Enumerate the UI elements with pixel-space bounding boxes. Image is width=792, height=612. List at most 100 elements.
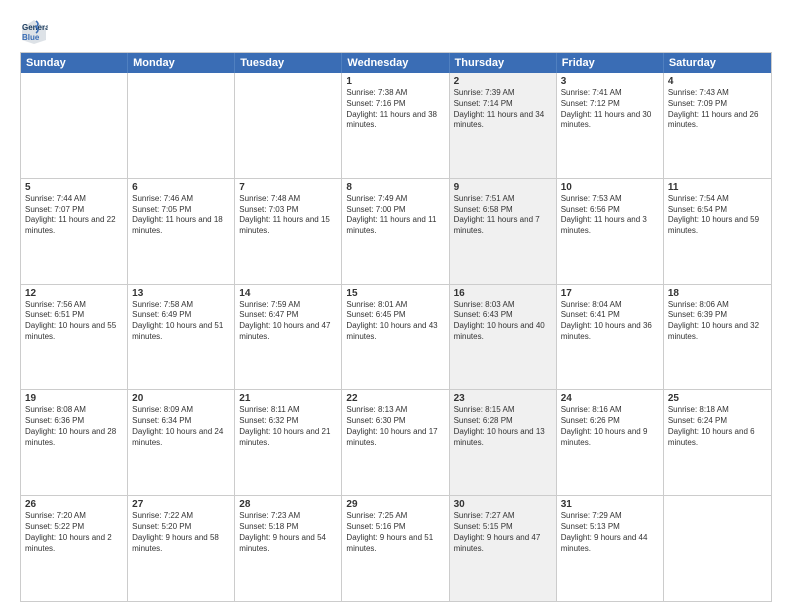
calendar-header: SundayMondayTuesdayWednesdayThursdayFrid…: [21, 53, 771, 73]
cal-cell-22: 22Sunrise: 8:13 AM Sunset: 6:30 PM Dayli…: [342, 390, 449, 495]
cell-info: Sunrise: 7:58 AM Sunset: 6:49 PM Dayligh…: [132, 300, 230, 343]
header-day-thursday: Thursday: [450, 53, 557, 73]
cell-info: Sunrise: 7:43 AM Sunset: 7:09 PM Dayligh…: [668, 88, 767, 131]
cell-info: Sunrise: 7:46 AM Sunset: 7:05 PM Dayligh…: [132, 194, 230, 237]
calendar-row-1: 5Sunrise: 7:44 AM Sunset: 7:07 PM Daylig…: [21, 178, 771, 284]
cell-info: Sunrise: 8:04 AM Sunset: 6:41 PM Dayligh…: [561, 300, 659, 343]
day-number: 29: [346, 499, 444, 510]
cell-info: Sunrise: 7:53 AM Sunset: 6:56 PM Dayligh…: [561, 194, 659, 237]
cell-info: Sunrise: 7:20 AM Sunset: 5:22 PM Dayligh…: [25, 511, 123, 554]
cell-info: Sunrise: 7:25 AM Sunset: 5:16 PM Dayligh…: [346, 511, 444, 554]
day-number: 3: [561, 76, 659, 87]
cell-info: Sunrise: 7:54 AM Sunset: 6:54 PM Dayligh…: [668, 194, 767, 237]
cal-cell-4: 4Sunrise: 7:43 AM Sunset: 7:09 PM Daylig…: [664, 73, 771, 178]
cell-info: Sunrise: 7:59 AM Sunset: 6:47 PM Dayligh…: [239, 300, 337, 343]
day-number: 15: [346, 288, 444, 299]
cal-cell-29: 29Sunrise: 7:25 AM Sunset: 5:16 PM Dayli…: [342, 496, 449, 601]
cell-info: Sunrise: 7:56 AM Sunset: 6:51 PM Dayligh…: [25, 300, 123, 343]
calendar-row-3: 19Sunrise: 8:08 AM Sunset: 6:36 PM Dayli…: [21, 389, 771, 495]
day-number: 16: [454, 288, 552, 299]
day-number: 26: [25, 499, 123, 510]
day-number: 12: [25, 288, 123, 299]
cal-cell-7: 7Sunrise: 7:48 AM Sunset: 7:03 PM Daylig…: [235, 179, 342, 284]
day-number: 22: [346, 393, 444, 404]
header-day-sunday: Sunday: [21, 53, 128, 73]
cell-info: Sunrise: 7:51 AM Sunset: 6:58 PM Dayligh…: [454, 194, 552, 237]
day-number: 6: [132, 182, 230, 193]
day-number: 7: [239, 182, 337, 193]
day-number: 27: [132, 499, 230, 510]
day-number: 28: [239, 499, 337, 510]
cal-cell-11: 11Sunrise: 7:54 AM Sunset: 6:54 PM Dayli…: [664, 179, 771, 284]
day-number: 13: [132, 288, 230, 299]
cal-cell-25: 25Sunrise: 8:18 AM Sunset: 6:24 PM Dayli…: [664, 390, 771, 495]
day-number: 5: [25, 182, 123, 193]
day-number: 11: [668, 182, 767, 193]
cal-cell-3: 3Sunrise: 7:41 AM Sunset: 7:12 PM Daylig…: [557, 73, 664, 178]
cell-info: Sunrise: 7:48 AM Sunset: 7:03 PM Dayligh…: [239, 194, 337, 237]
day-number: 21: [239, 393, 337, 404]
cal-cell-1: 1Sunrise: 7:38 AM Sunset: 7:16 PM Daylig…: [342, 73, 449, 178]
calendar-row-2: 12Sunrise: 7:56 AM Sunset: 6:51 PM Dayli…: [21, 284, 771, 390]
cal-cell-6: 6Sunrise: 7:46 AM Sunset: 7:05 PM Daylig…: [128, 179, 235, 284]
day-number: 30: [454, 499, 552, 510]
calendar-body: 1Sunrise: 7:38 AM Sunset: 7:16 PM Daylig…: [21, 73, 771, 601]
cell-info: Sunrise: 7:49 AM Sunset: 7:00 PM Dayligh…: [346, 194, 444, 237]
cal-cell-empty: [235, 73, 342, 178]
header-day-monday: Monday: [128, 53, 235, 73]
day-number: 14: [239, 288, 337, 299]
day-number: 20: [132, 393, 230, 404]
day-number: 25: [668, 393, 767, 404]
header-day-friday: Friday: [557, 53, 664, 73]
svg-text:Blue: Blue: [22, 33, 40, 42]
cal-cell-12: 12Sunrise: 7:56 AM Sunset: 6:51 PM Dayli…: [21, 285, 128, 390]
cal-cell-23: 23Sunrise: 8:15 AM Sunset: 6:28 PM Dayli…: [450, 390, 557, 495]
day-number: 24: [561, 393, 659, 404]
cal-cell-18: 18Sunrise: 8:06 AM Sunset: 6:39 PM Dayli…: [664, 285, 771, 390]
day-number: 4: [668, 76, 767, 87]
cell-info: Sunrise: 7:29 AM Sunset: 5:13 PM Dayligh…: [561, 511, 659, 554]
cell-info: Sunrise: 8:11 AM Sunset: 6:32 PM Dayligh…: [239, 405, 337, 448]
cal-cell-empty: [128, 73, 235, 178]
day-number: 10: [561, 182, 659, 193]
header-day-wednesday: Wednesday: [342, 53, 449, 73]
cal-cell-21: 21Sunrise: 8:11 AM Sunset: 6:32 PM Dayli…: [235, 390, 342, 495]
cell-info: Sunrise: 8:15 AM Sunset: 6:28 PM Dayligh…: [454, 405, 552, 448]
calendar: SundayMondayTuesdayWednesdayThursdayFrid…: [20, 52, 772, 602]
header-day-saturday: Saturday: [664, 53, 771, 73]
day-number: 1: [346, 76, 444, 87]
cal-cell-2: 2Sunrise: 7:39 AM Sunset: 7:14 PM Daylig…: [450, 73, 557, 178]
cal-cell-5: 5Sunrise: 7:44 AM Sunset: 7:07 PM Daylig…: [21, 179, 128, 284]
day-number: 19: [25, 393, 123, 404]
cal-cell-13: 13Sunrise: 7:58 AM Sunset: 6:49 PM Dayli…: [128, 285, 235, 390]
cell-info: Sunrise: 7:27 AM Sunset: 5:15 PM Dayligh…: [454, 511, 552, 554]
calendar-row-4: 26Sunrise: 7:20 AM Sunset: 5:22 PM Dayli…: [21, 495, 771, 601]
logo: General Blue: [20, 18, 52, 46]
cal-cell-27: 27Sunrise: 7:22 AM Sunset: 5:20 PM Dayli…: [128, 496, 235, 601]
cal-cell-8: 8Sunrise: 7:49 AM Sunset: 7:00 PM Daylig…: [342, 179, 449, 284]
cell-info: Sunrise: 8:16 AM Sunset: 6:26 PM Dayligh…: [561, 405, 659, 448]
cal-cell-19: 19Sunrise: 8:08 AM Sunset: 6:36 PM Dayli…: [21, 390, 128, 495]
cal-cell-10: 10Sunrise: 7:53 AM Sunset: 6:56 PM Dayli…: [557, 179, 664, 284]
cell-info: Sunrise: 8:03 AM Sunset: 6:43 PM Dayligh…: [454, 300, 552, 343]
cell-info: Sunrise: 8:13 AM Sunset: 6:30 PM Dayligh…: [346, 405, 444, 448]
cell-info: Sunrise: 7:22 AM Sunset: 5:20 PM Dayligh…: [132, 511, 230, 554]
day-number: 31: [561, 499, 659, 510]
cal-cell-empty: [664, 496, 771, 601]
cal-cell-20: 20Sunrise: 8:09 AM Sunset: 6:34 PM Dayli…: [128, 390, 235, 495]
header-day-tuesday: Tuesday: [235, 53, 342, 73]
cell-info: Sunrise: 8:09 AM Sunset: 6:34 PM Dayligh…: [132, 405, 230, 448]
day-number: 17: [561, 288, 659, 299]
cal-cell-16: 16Sunrise: 8:03 AM Sunset: 6:43 PM Dayli…: [450, 285, 557, 390]
day-number: 8: [346, 182, 444, 193]
page: General Blue SundayMondayTuesdayWednesda…: [0, 0, 792, 612]
cell-info: Sunrise: 7:38 AM Sunset: 7:16 PM Dayligh…: [346, 88, 444, 131]
cal-cell-17: 17Sunrise: 8:04 AM Sunset: 6:41 PM Dayli…: [557, 285, 664, 390]
svg-text:General: General: [22, 23, 48, 32]
cal-cell-9: 9Sunrise: 7:51 AM Sunset: 6:58 PM Daylig…: [450, 179, 557, 284]
cell-info: Sunrise: 8:08 AM Sunset: 6:36 PM Dayligh…: [25, 405, 123, 448]
day-number: 18: [668, 288, 767, 299]
cal-cell-31: 31Sunrise: 7:29 AM Sunset: 5:13 PM Dayli…: [557, 496, 664, 601]
header: General Blue: [20, 16, 772, 46]
cell-info: Sunrise: 7:23 AM Sunset: 5:18 PM Dayligh…: [239, 511, 337, 554]
